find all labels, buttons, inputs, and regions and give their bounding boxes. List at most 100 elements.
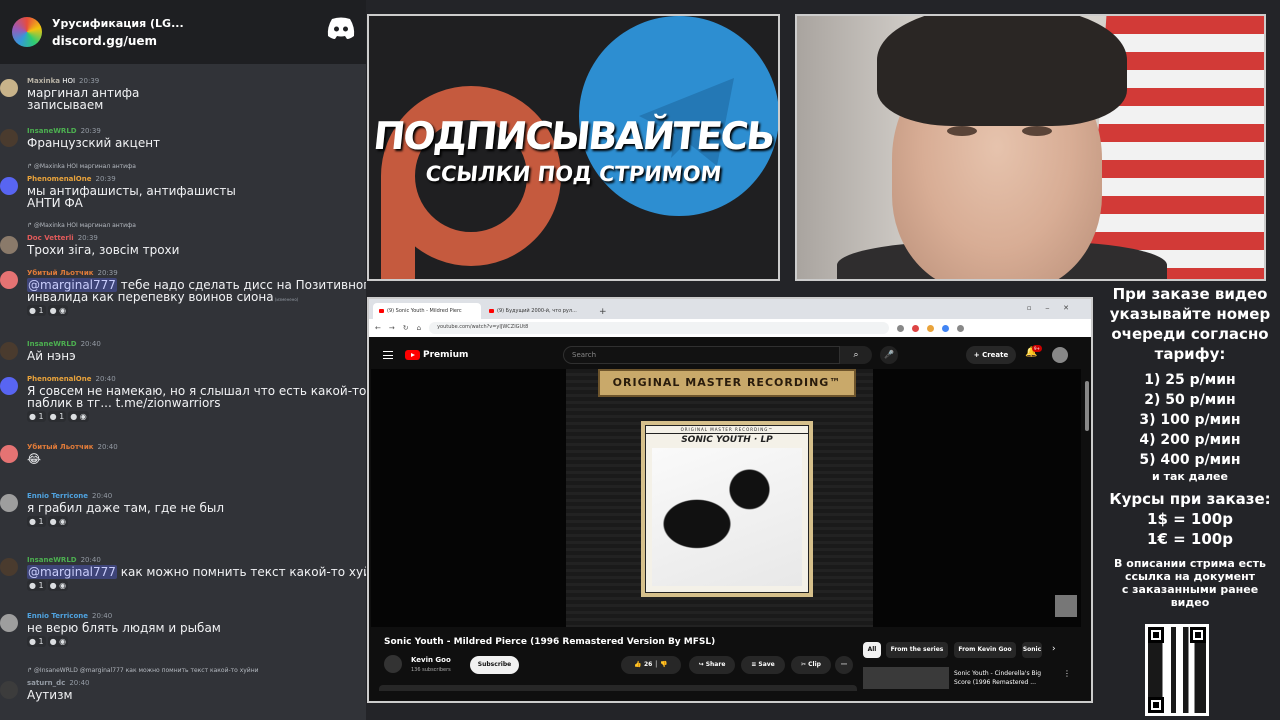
user-avatar[interactable] — [0, 342, 18, 360]
search-icon[interactable]: ⌕ — [840, 346, 872, 364]
username[interactable]: Doc Vetterli — [27, 234, 74, 242]
message-text: АНТИ ФА — [27, 197, 83, 209]
user-avatar[interactable] — [0, 271, 18, 289]
reaction-chip[interactable]: ● 1 — [27, 580, 46, 591]
reaction-chip[interactable]: ● 1 — [27, 636, 46, 647]
profile-icon[interactable] — [957, 324, 965, 332]
reply-preview[interactable]: ↱ @Maxinka HOI маргинал антифа — [27, 163, 136, 170]
channel-name[interactable]: Kevin Goo — [411, 656, 451, 664]
tab-title: (9) Sonic Youth - Mildred Pierc — [387, 308, 462, 314]
channel-watermark[interactable] — [1055, 595, 1077, 617]
more-actions-icon[interactable]: ⋯ — [835, 656, 853, 674]
save-button[interactable]: ≡ Save — [741, 656, 785, 674]
channel-avatar[interactable] — [384, 655, 402, 673]
reload-icon[interactable]: ↻ — [403, 324, 409, 332]
url-field[interactable]: youtube.com/watch?v=yIJWCZIGUt8 — [429, 322, 890, 334]
reaction-chip[interactable]: ● 1 — [47, 411, 67, 422]
extension-icon[interactable] — [912, 324, 920, 332]
username[interactable]: InsaneWRLD — [27, 127, 77, 135]
youtube-favicon-icon — [489, 308, 494, 313]
user-avatar[interactable] — [0, 129, 18, 147]
chip-sonic[interactable]: Sonic — [1022, 642, 1042, 658]
description-box[interactable] — [379, 685, 857, 691]
reply-preview[interactable]: ↱ @InsaneWRLD @marginal777 как можно пом… — [27, 667, 259, 674]
username[interactable]: PhenomenalOne — [27, 175, 91, 183]
extension-icon[interactable] — [897, 324, 905, 332]
chips-next-icon[interactable]: › — [1052, 644, 1056, 654]
search-input[interactable]: Search — [563, 346, 840, 364]
qr-code[interactable] — [1145, 624, 1209, 716]
extension-icon[interactable] — [942, 324, 950, 332]
recommended-thumbnail[interactable] — [863, 667, 949, 689]
user-avatar[interactable] — [0, 558, 18, 576]
user-avatar[interactable] — [0, 445, 18, 463]
username[interactable]: InsaneWRLD — [27, 340, 77, 348]
user-avatar[interactable] — [0, 377, 18, 395]
user-avatar[interactable] — [0, 614, 18, 632]
username[interactable]: Ennio Terricone — [27, 612, 88, 620]
message-time: 20:40 — [80, 340, 101, 348]
reaction-chip[interactable]: ● ◉ — [47, 305, 69, 316]
username[interactable]: Maxinka — [27, 77, 60, 85]
window-controls[interactable]: ▫⎯✕ — [1027, 304, 1083, 313]
info-panel: При заказе видео указывайте номер очереди … — [1100, 284, 1280, 720]
tab-youtube-active[interactable]: (9) Sonic Youth - Mildred Pierc — [373, 303, 481, 319]
reaction-chip[interactable]: ● ◉ — [47, 516, 69, 527]
tariff-item: 4) 200 р/мин — [1139, 432, 1241, 448]
recommended-title[interactable]: Sonic Youth - Cinderella's Big Score (19… — [954, 669, 1059, 687]
clip-button[interactable]: ✂ Clip — [791, 656, 831, 674]
chip-all[interactable]: All — [863, 642, 881, 658]
server-invite-link[interactable]: discord.gg/uem — [52, 34, 184, 48]
reaction-chip[interactable]: ● 1 — [27, 305, 46, 316]
new-tab-button[interactable]: + — [593, 305, 613, 319]
create-button[interactable]: + Create — [966, 346, 1016, 364]
user-avatar[interactable] — [0, 79, 18, 97]
share-button[interactable]: ↪ Share — [689, 656, 735, 674]
username[interactable]: PhenomenalOne — [27, 375, 91, 383]
reaction-chip[interactable]: ● ◉ — [47, 636, 69, 647]
username[interactable]: InsaneWRLD — [27, 556, 77, 564]
reaction-chip[interactable]: ● ◉ — [68, 411, 89, 422]
reaction-chip[interactable]: ● 1 — [27, 516, 46, 527]
subscribe-button[interactable]: Subscribe — [470, 656, 519, 674]
mic-icon[interactable]: 🎤 — [880, 346, 898, 364]
account-avatar[interactable] — [1052, 347, 1068, 363]
subscriber-count: 136 subscribers — [411, 667, 451, 673]
page-scrollbar[interactable] — [1085, 381, 1089, 431]
user-mention[interactable]: @marginal777 — [27, 565, 117, 579]
username[interactable]: saturn_dc — [27, 679, 65, 687]
chip-from-series[interactable]: From the series — [886, 642, 948, 658]
album-inner: ORIGINAL MASTER RECORDING™ SONIC YOUTH ·… — [645, 425, 809, 593]
server-name: Урусификация (LG... — [52, 16, 184, 30]
home-icon[interactable]: ⌂ — [417, 324, 421, 332]
reaction-chip[interactable]: ● ◉ — [47, 580, 69, 591]
reaction-chip[interactable]: ● 1 — [27, 411, 46, 422]
user-avatar[interactable] — [0, 236, 18, 254]
username[interactable]: Убитый Льотчик — [27, 269, 94, 277]
back-icon[interactable]: ← — [375, 324, 381, 332]
discord-chat-panel: Урусификация (LG... discord.gg/uem Maxin… — [0, 0, 366, 720]
youtube-brand[interactable]: Premium — [423, 350, 468, 360]
user-avatar[interactable] — [0, 681, 18, 699]
youtube-logo-icon[interactable] — [405, 350, 420, 360]
tab-youtube-2[interactable]: (9) Будущий 2000-й, что рул... — [483, 303, 591, 319]
message-text: не верю блять людям и рыбам — [27, 622, 221, 634]
streamer-hair — [877, 16, 1127, 126]
message-line: я грабил даже там, где не был — [27, 501, 225, 515]
username[interactable]: Убитый Льотчик — [27, 443, 94, 451]
chip-from-channel[interactable]: From Kevin Goo — [954, 642, 1016, 658]
order-line: очереди согласно — [1111, 325, 1269, 343]
user-avatar[interactable] — [0, 177, 18, 195]
user-avatar[interactable] — [0, 494, 18, 512]
forward-icon[interactable]: → — [389, 324, 395, 332]
message-meta: PhenomenalOne 20:40 — [27, 375, 116, 383]
username[interactable]: Ennio Terricone — [27, 492, 88, 500]
reply-preview[interactable]: ↱ @Maxinka HOI маргинал антифа — [27, 222, 136, 229]
reaction-row: ● 1 ● ◉ — [27, 636, 70, 647]
video-player[interactable]: ORIGINAL MASTER RECORDING™ ORIGINAL MAST… — [371, 369, 1081, 627]
recommended-more-icon[interactable]: ⋮ — [1063, 669, 1071, 678]
message-meta: Ennio Terricone 20:40 — [27, 612, 112, 620]
menu-icon[interactable] — [383, 351, 393, 359]
like-button[interactable]: 👍 26 │ 👎 — [621, 656, 681, 674]
extension-icon[interactable] — [927, 324, 935, 332]
